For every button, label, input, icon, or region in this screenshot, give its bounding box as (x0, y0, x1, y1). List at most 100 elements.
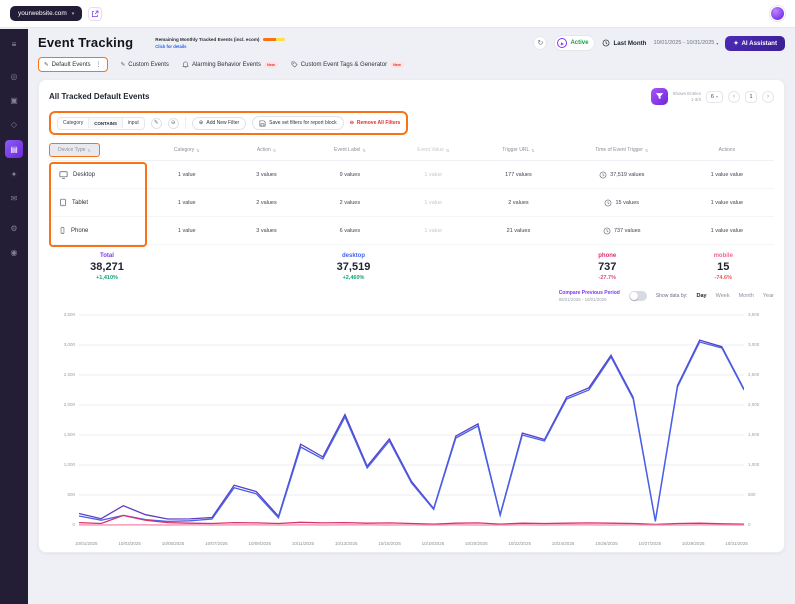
cell-event-label: 6 values (339, 227, 361, 234)
play-icon: ▶ (557, 38, 568, 48)
granularity-year-button[interactable]: Year (763, 293, 774, 299)
messages-icon[interactable]: ✉ (6, 190, 22, 206)
x-axis-tick: 10/18/2025 (421, 540, 445, 546)
stat-value: 737 (598, 261, 617, 273)
column-header-time-of-event-trigger[interactable]: Time of Event Trigger ⇅ (564, 147, 680, 153)
cell-event-value: 1 value (424, 199, 443, 206)
integrations-icon[interactable]: ◇ (6, 116, 22, 132)
settings-icon[interactable]: ⚙ (6, 220, 22, 236)
user-avatar[interactable] (770, 6, 785, 21)
phone-icon (60, 227, 65, 234)
site-selector[interactable]: yourwebsite.com ▾ (10, 6, 83, 21)
tab-label: Default Events (51, 61, 91, 68)
y-axis-tick: 2,500 (63, 371, 75, 377)
tab-custom-events[interactable]: ✎ Custom Events (121, 62, 169, 68)
save-filters-label: Save set filters for report block (269, 120, 337, 126)
stat-label: Total (100, 253, 114, 259)
edit-icon: ✎ (44, 61, 49, 68)
granularity-week-button[interactable]: Week (716, 293, 730, 299)
x-axis-tick: 10/22/2025 (508, 540, 531, 546)
tracking-status-pill[interactable]: ▶ Active (554, 35, 596, 51)
time-values: 37,519 values (610, 171, 645, 178)
top-bar: yourwebsite.com ▾ (0, 0, 795, 28)
add-new-filter-button[interactable]: ⊕ Add New Filter (191, 116, 247, 130)
device-label: Tablet (72, 199, 89, 206)
alarm-bell-icon (182, 61, 189, 68)
save-filters-button[interactable]: Save set filters for report block (252, 116, 344, 130)
edit-filter-button[interactable]: ✎ (150, 117, 162, 129)
device-label: Phone (71, 227, 89, 234)
apps-icon[interactable]: ▣ (6, 92, 22, 108)
page-size-select[interactable]: 6 ▾ (705, 90, 723, 103)
tab-default-events[interactable]: ✎ Default Events ⋮ (38, 57, 108, 72)
y-axis-tick: 2,000 (63, 401, 75, 407)
shown-entries: Shown Entries 1-3/3 (673, 91, 701, 102)
tags-icon[interactable]: ✦ (6, 166, 22, 182)
clock-icon (599, 171, 607, 178)
x-axis-tick: 10/07/2025 (205, 540, 228, 546)
column-header-action[interactable]: Action ⇅ (227, 147, 307, 153)
kebab-menu-icon[interactable]: ⋮ (94, 61, 102, 68)
home-icon[interactable]: ◎ (6, 68, 22, 84)
column-label: Category (173, 147, 195, 153)
divider (184, 117, 186, 129)
granularity-month-button[interactable]: Month (739, 293, 754, 299)
remove-all-filters-button[interactable]: ⊖ Remove All Filters (350, 120, 401, 126)
compare-range: 08/31/2025 - 10/01/2025 (558, 296, 607, 302)
event-tracking-icon[interactable]: ▤ (5, 140, 23, 158)
x-axis: 10/01/2025 10/03/2025 10/05/2025 10/07/2025… (75, 541, 748, 546)
compare-label: Compare Previous Period (558, 290, 620, 296)
ai-assistant-label: AI Assistant (741, 39, 777, 47)
account-icon[interactable]: ◉ (6, 244, 22, 260)
menu-icon[interactable]: ≡ (6, 36, 22, 52)
stat-total: Total 38,271 +1,410% (49, 253, 165, 281)
ai-assistant-button[interactable]: ✦ AI Assistant (725, 35, 785, 51)
desktop-icon (59, 170, 68, 179)
events-table: Device Type ⇅ Category ⇅ Action ⇅ Event La… (49, 140, 774, 247)
column-header-event-value[interactable]: Event Value ⇅ (393, 147, 473, 153)
y-axis-tick: 3,000 (748, 341, 760, 347)
show-data-by-label: Show data by: (655, 293, 688, 300)
column-header-actions: Actions (680, 147, 774, 153)
stat-change: +1,410% (96, 275, 118, 281)
cell-event-label: 9 values (339, 171, 361, 178)
period-selector[interactable]: Last Month (602, 39, 646, 47)
date-range-label: 10/01/2025 - 10/31/2025 (653, 40, 715, 46)
table-row-phone[interactable]: Phone 1 value 3 values 6 values 1 value … (49, 217, 774, 245)
column-header-category[interactable]: Category ⇅ (147, 147, 227, 153)
next-page-button[interactable]: › (762, 90, 774, 103)
remove-all-label: Remove All Filters (356, 120, 401, 126)
clock-icon (603, 39, 610, 47)
x-axis-tick: 10/24/2025 (551, 540, 575, 546)
prev-page-button[interactable]: ‹ (728, 90, 740, 103)
date-range-selector[interactable]: 10/01/2025 - 10/31/2025 ▾ (653, 40, 718, 46)
status-label: Active (570, 40, 589, 46)
tab-alarming-behavior-events[interactable]: Alarming Behavior Events New (182, 61, 278, 68)
tab-custom-event-tags-generator[interactable]: Custom Event Tags & Generator New (291, 61, 404, 68)
sort-icon: ⇅ (531, 147, 535, 153)
remove-filter-button[interactable]: ⊖ (167, 117, 179, 129)
granularity-day-button[interactable]: Day (697, 293, 707, 299)
x-axis-tick: 10/26/2025 (595, 540, 618, 546)
app-screen: yourwebsite.com ▾ ≡ ◎ ▣ ◇ ▤ ✦ ✉ ⚙ ◉ Event Tracki… (0, 0, 795, 604)
column-header-event-label[interactable]: Event Label ⇅ (306, 147, 393, 153)
stat-phone: phone 737 -27.7% (542, 253, 673, 281)
add-filter-label: Add New Filter (206, 120, 240, 126)
open-site-button[interactable] (88, 6, 103, 21)
cell-action: 3 values (256, 227, 277, 234)
table-row-tablet[interactable]: Tablet 1 value 2 values 2 values 1 value… (49, 189, 774, 217)
y-axis-tick: 500 (67, 491, 75, 497)
y-axis-tick: 2,000 (748, 401, 760, 407)
refresh-button[interactable]: ↻ (533, 36, 548, 50)
clock-icon (603, 227, 611, 234)
site-selector-label: yourwebsite.com (18, 10, 67, 17)
column-header-trigger-url[interactable]: Trigger URL ⇅ (473, 147, 564, 153)
active-filter-chip[interactable]: Category CONTAINS input (57, 116, 145, 130)
cell-time: 37,519 values (564, 171, 680, 179)
table-row-desktop[interactable]: Desktop 1 value 3 values 9 values 1 valu… (49, 161, 774, 189)
column-header-device-type[interactable]: Device Type ⇅ (49, 143, 147, 157)
filter-button[interactable] (650, 88, 668, 105)
new-badge: New (390, 61, 404, 68)
compare-toggle[interactable] (628, 291, 647, 302)
quota-details-link[interactable]: Click for details (155, 44, 285, 49)
